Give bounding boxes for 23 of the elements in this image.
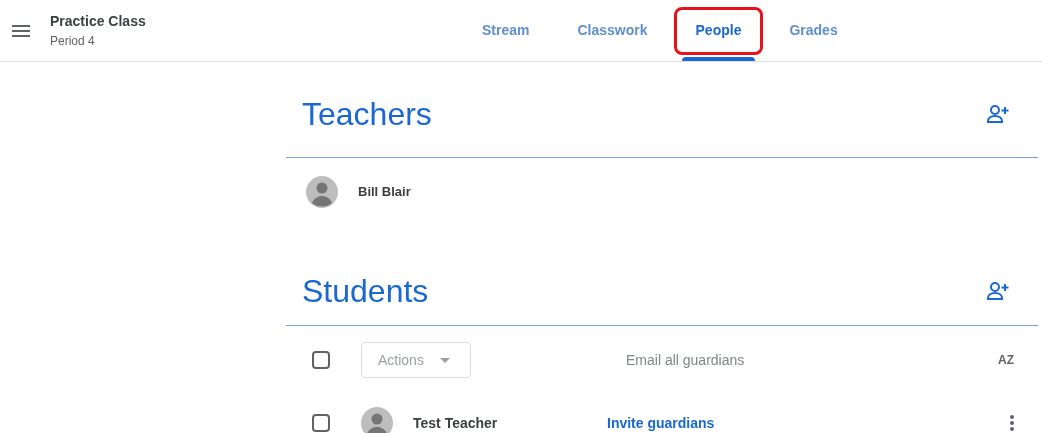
class-period: Period 4	[50, 33, 96, 50]
class-title: Practice Class	[50, 12, 146, 31]
tab[interactable]: People	[683, 0, 754, 61]
section-heading: Students	[302, 271, 429, 311]
checkbox[interactable]	[312, 414, 330, 432]
tab[interactable]: Stream	[470, 0, 542, 61]
add-person-icon	[986, 280, 1010, 301]
sort-button[interactable]: AZ	[998, 351, 1014, 369]
menu-icon[interactable]	[12, 24, 30, 37]
tab[interactable]: Grades	[777, 0, 850, 61]
avatar-icon	[361, 407, 393, 433]
avatar-icon	[306, 176, 338, 208]
tab[interactable]: Classwork	[565, 0, 660, 61]
more-icon[interactable]	[1010, 415, 1014, 431]
student-name: Test Teacher	[413, 413, 499, 433]
actions-dropdown[interactable]: Actions	[361, 342, 471, 378]
invite-guardians-link[interactable]: Invite guardians	[607, 412, 715, 433]
checkbox[interactable]	[312, 351, 330, 369]
caret-icon	[439, 357, 450, 363]
add-person-icon	[986, 103, 1010, 124]
section-heading: Teachers	[302, 94, 432, 134]
teacher-name: Bill Blair	[358, 183, 411, 202]
email-guardians-link[interactable]: Email all guardians	[626, 349, 745, 371]
